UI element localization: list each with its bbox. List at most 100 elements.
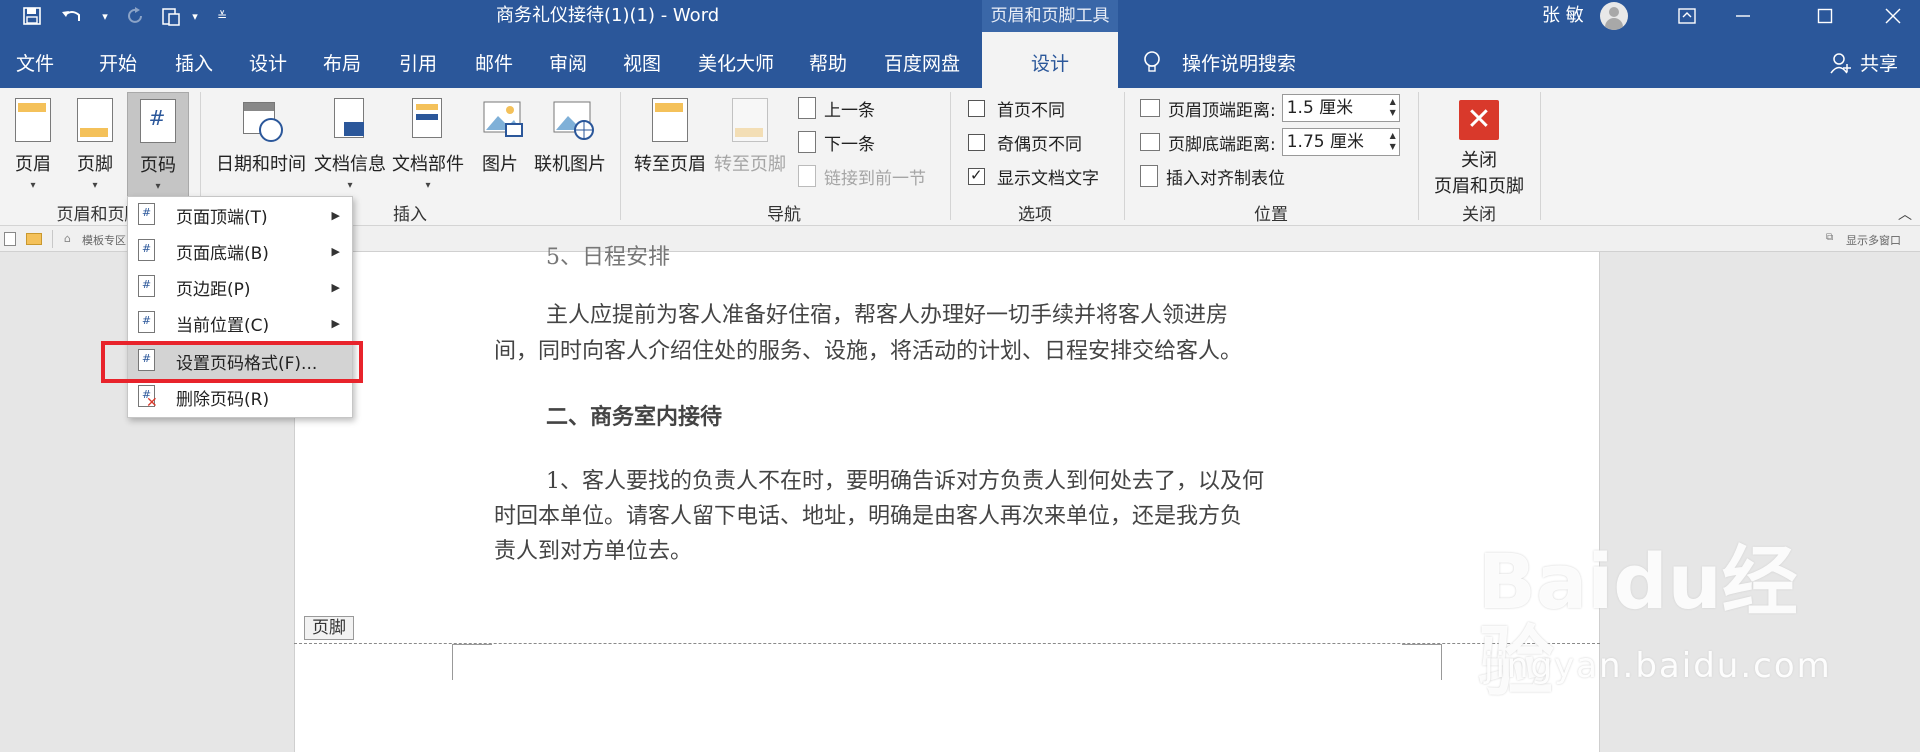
lightbulb-icon	[1142, 50, 1162, 78]
undo-icon[interactable]	[52, 0, 92, 32]
footer-distance-value: 1.75 厘米	[1286, 132, 1364, 152]
tab-header-footer-design[interactable]: 设计	[982, 32, 1118, 88]
tab-home[interactable]: 开始	[86, 32, 150, 88]
submenu-arrow-icon: ▶	[331, 208, 340, 222]
menu-label: 页面顶端(T)	[176, 207, 268, 228]
new-doc-icon[interactable]	[4, 232, 16, 246]
chevron-down-icon: ▾	[155, 181, 161, 192]
goto-footer-label: 转至页脚	[714, 154, 786, 175]
doc-info-label: 文档信息	[314, 154, 386, 175]
show-document-text-label: 显示文档文字	[997, 168, 1099, 189]
divider	[52, 230, 53, 248]
page-number-button[interactable]: 页码 ▾	[127, 92, 189, 202]
footer-button[interactable]: 页脚 ▾	[66, 92, 124, 202]
maximize-icon[interactable]	[1798, 0, 1852, 32]
document-info-icon	[332, 98, 368, 142]
tab-references[interactable]: 引用	[386, 32, 450, 88]
menu-label: 删除页码(R)	[176, 389, 270, 410]
footer-tag[interactable]: 页脚	[304, 616, 354, 640]
paragraph-2-line-3: 责人到对方单位去。	[494, 539, 693, 564]
quick-parts-button[interactable]: 文档部件 ▾	[390, 92, 466, 202]
header-distance-row: 页眉顶端距离: 1.5 厘米 ▲ ▼	[1140, 94, 1400, 122]
group-label-options: 选项	[1018, 205, 1052, 225]
avatar[interactable]	[1600, 2, 1628, 30]
tab-review[interactable]: 审阅	[536, 32, 600, 88]
redo-icon[interactable]	[118, 0, 154, 32]
ribbon-display-options-icon[interactable]	[1660, 0, 1714, 32]
page-number-icon	[140, 99, 176, 143]
doc-info-button[interactable]: 文档信息 ▾	[312, 92, 388, 202]
home-icon[interactable]: ⌂	[64, 232, 71, 245]
tab-baidu-netdisk[interactable]: 百度网盘	[870, 32, 974, 88]
tab-view[interactable]: 视图	[610, 32, 674, 88]
page-number-icon	[138, 239, 155, 261]
save-icon[interactable]	[14, 0, 50, 32]
paragraph-1-line-2: 间，同时向客人介绍住处的服务、设施，将活动的计划、日程安排交给客人。	[494, 339, 1243, 364]
header-distance-value: 1.5 厘米	[1286, 98, 1354, 118]
show-multi-window[interactable]: 显示多窗口	[1846, 232, 1901, 248]
group-label-position: 位置	[1254, 205, 1288, 225]
header-distance-label: 页眉顶端距离:	[1168, 100, 1276, 121]
show-document-text-checkbox[interactable]: 显示文档文字	[968, 162, 1099, 190]
checkbox-box-checked	[968, 166, 985, 185]
paste-icon[interactable]	[154, 0, 188, 32]
link-to-previous-button[interactable]: 链接到前一节	[798, 162, 926, 190]
close-window-icon[interactable]	[1866, 0, 1920, 32]
folder-icon[interactable]	[26, 233, 42, 245]
date-time-button[interactable]: 日期和时间	[212, 92, 310, 202]
collapse-ribbon-icon[interactable]: ︿	[1898, 204, 1912, 224]
picture-label: 图片	[482, 154, 518, 175]
baidu-url: jingyan.baidu.com	[1484, 646, 1832, 686]
goto-header-button[interactable]: 转至页眉	[632, 92, 708, 202]
header-button[interactable]: 页眉 ▾	[4, 92, 62, 202]
different-odd-even-checkbox[interactable]: 奇偶页不同	[968, 128, 1082, 156]
menu-item-top-of-page[interactable]: 页面顶端(T) ▶	[128, 197, 352, 233]
online-picture-button[interactable]: 联机图片	[532, 92, 608, 202]
user-name[interactable]: 张 敏	[1542, 0, 1584, 32]
group-label-navigation: 导航	[767, 205, 801, 225]
template-zone-tab[interactable]: 模板专区	[82, 232, 126, 248]
quick-parts-icon	[410, 98, 446, 142]
header-distance-spinner[interactable]: 1.5 厘米 ▲ ▼	[1281, 94, 1400, 122]
tab-help[interactable]: 帮助	[796, 32, 860, 88]
cut-heading: 5、日程安排	[546, 245, 670, 270]
tab-insert[interactable]: 插入	[162, 32, 226, 88]
tab-beautify[interactable]: 美化大师	[686, 32, 786, 88]
page-number-icon	[138, 275, 155, 297]
different-first-page-checkbox[interactable]: 首页不同	[968, 94, 1065, 122]
checkbox-box	[968, 133, 985, 151]
picture-button[interactable]: 图片	[474, 92, 526, 202]
chevron-down-icon: ▾	[425, 180, 431, 191]
minimize-icon[interactable]	[1716, 0, 1770, 32]
checkbox-box	[968, 99, 985, 117]
spin-arrows-icon[interactable]: ▲ ▼	[1390, 130, 1396, 152]
header-distance-icon	[1140, 99, 1160, 117]
menu-item-page-margins[interactable]: 页边距(P) ▶	[128, 269, 352, 305]
tab-mailings[interactable]: 邮件	[462, 32, 526, 88]
menu-item-current-position[interactable]: 当前位置(C) ▶	[128, 305, 352, 341]
close-header-footer-button[interactable]: ✕ 关闭 页眉和页脚	[1426, 92, 1532, 202]
tell-me-search[interactable]: 操作说明搜索	[1182, 32, 1296, 88]
tab-file[interactable]: 文件	[0, 32, 70, 88]
goto-footer-button[interactable]: 转至页脚	[712, 92, 788, 202]
undo-dropdown-icon[interactable]: ▾	[94, 0, 116, 32]
different-first-page-label: 首页不同	[997, 100, 1065, 121]
menu-label: 当前位置(C)	[176, 315, 270, 336]
customize-quick-access-icon[interactable]: ≚	[212, 0, 232, 32]
previous-section-button[interactable]: 上一条	[798, 94, 875, 122]
link-to-previous-label: 链接到前一节	[824, 168, 926, 189]
paragraph-2-line-1: 1、客人要找的负责人不在时，要明确告诉对方负责人到何处去了，以及何	[546, 469, 1264, 494]
footer-distance-spinner[interactable]: 1.75 厘米 ▲ ▼	[1281, 128, 1400, 156]
tab-design[interactable]: 设计	[236, 32, 300, 88]
footer-icon	[77, 98, 113, 142]
menu-label: 页边距(P)	[176, 279, 251, 300]
menu-item-bottom-of-page[interactable]: 页面底端(B) ▶	[128, 233, 352, 269]
insert-alignment-tab-button[interactable]: 插入对齐制表位	[1140, 162, 1285, 190]
share-button[interactable]: 共享	[1860, 32, 1898, 88]
menu-item-remove-page-numbers[interactable]: ✕ 删除页码(R)	[128, 379, 352, 415]
tab-layout[interactable]: 布局	[310, 32, 374, 88]
paste-dropdown-icon[interactable]: ▾	[186, 0, 204, 32]
next-section-button[interactable]: 下一条	[798, 128, 875, 156]
spin-arrows-icon[interactable]: ▲ ▼	[1390, 96, 1396, 118]
multi-window-icon[interactable]: ⧉	[1826, 232, 1833, 243]
